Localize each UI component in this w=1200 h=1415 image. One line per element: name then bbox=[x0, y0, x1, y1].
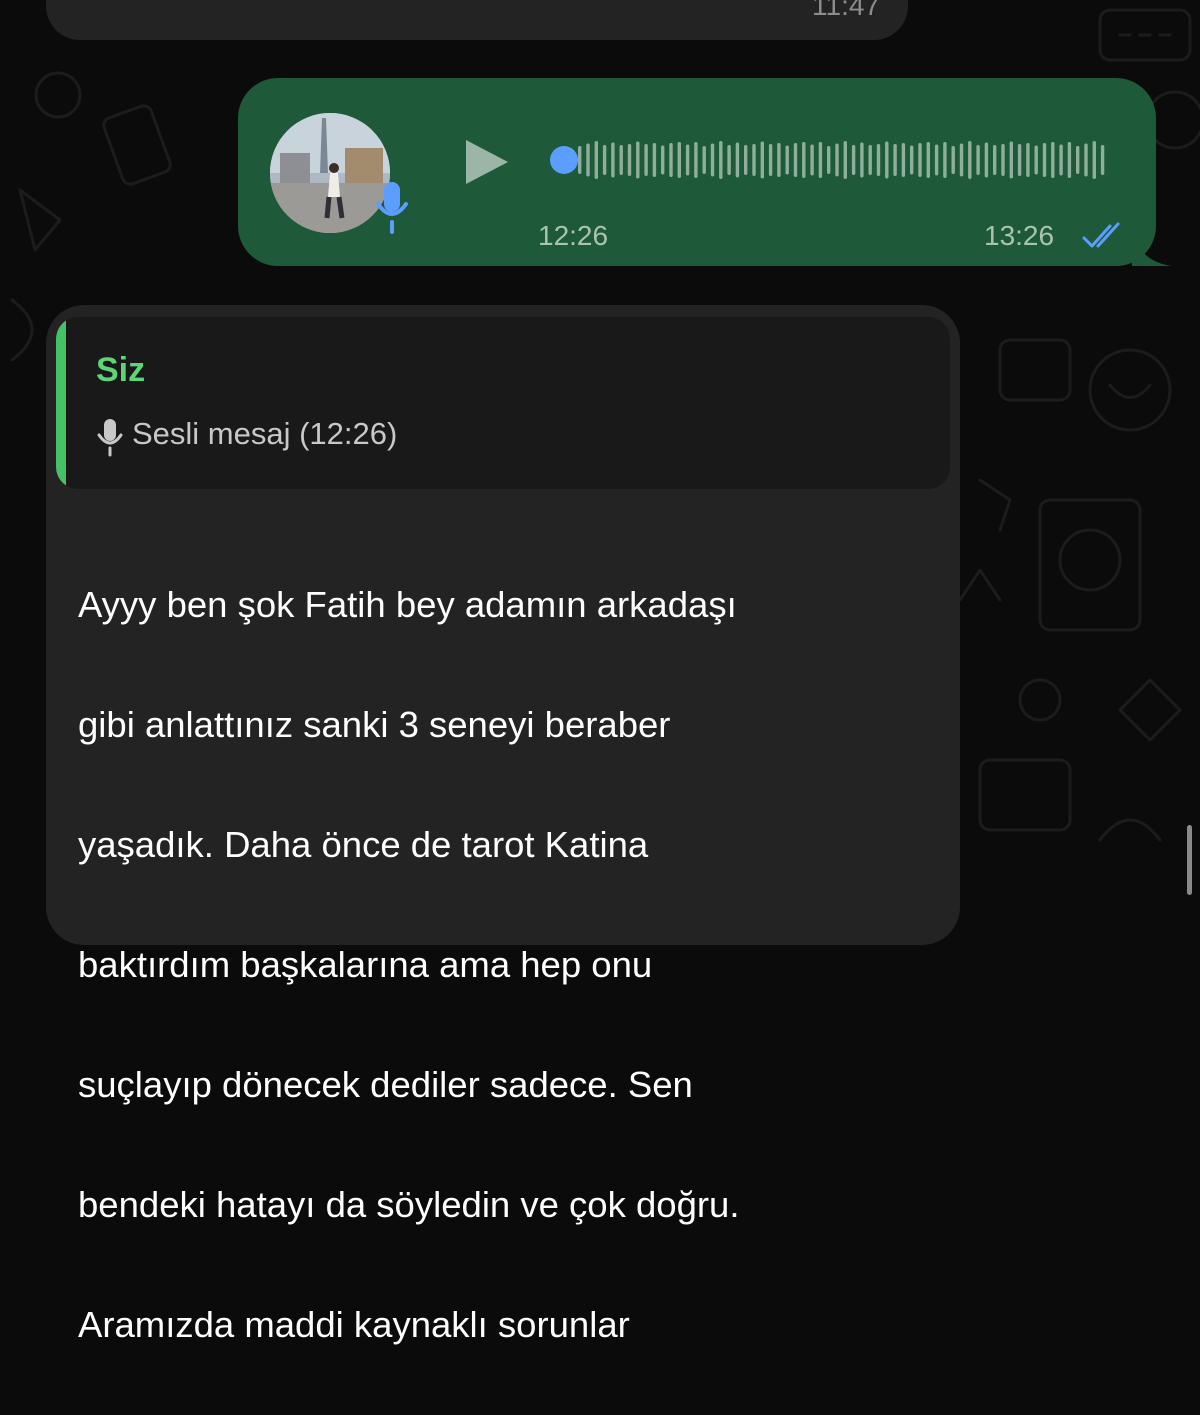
waveform-bar bbox=[901, 143, 906, 177]
waveform-bar bbox=[602, 145, 607, 175]
waveform-bar bbox=[719, 141, 723, 179]
waveform-bar bbox=[793, 143, 798, 177]
message-line: Ayyy ben şok Fatih bey adamın arkadaşı bbox=[78, 584, 737, 625]
waveform-bar bbox=[760, 141, 764, 179]
waveform-bar bbox=[685, 144, 690, 176]
waveform-bar bbox=[694, 142, 698, 178]
waveform-bar bbox=[1051, 142, 1055, 178]
waveform-bar bbox=[1100, 145, 1105, 175]
waveform-bar bbox=[677, 142, 681, 178]
quoted-message[interactable]: Siz Sesli mesaj (12:26) bbox=[56, 317, 950, 489]
waveform-bar bbox=[993, 145, 997, 175]
waveform-bar bbox=[918, 143, 922, 177]
waveform-bar bbox=[702, 146, 706, 174]
waveform-bar bbox=[976, 145, 980, 175]
waveform-bar bbox=[968, 141, 972, 179]
waveform-bar bbox=[777, 143, 781, 177]
waveform-bar bbox=[1034, 145, 1038, 175]
waveform-bar bbox=[951, 146, 955, 174]
message-line: bendeki hatayı da söyledin ve çok doğru. bbox=[78, 1184, 740, 1225]
message-line: Aramızda maddi kaynaklı sorunlar bbox=[78, 1304, 630, 1345]
read-receipt-icon bbox=[1082, 222, 1120, 248]
waveform-bar bbox=[1042, 143, 1047, 177]
message-text: Ayyy ben şok Fatih bey adamın arkadaşı g… bbox=[78, 515, 938, 1415]
waveform-bar bbox=[1084, 143, 1088, 177]
waveform-bar bbox=[1059, 144, 1063, 176]
waveform-bar bbox=[669, 143, 673, 177]
waveform-bar bbox=[1092, 141, 1096, 179]
sender-avatar[interactable] bbox=[270, 113, 390, 233]
play-icon[interactable] bbox=[464, 138, 510, 186]
waveform-bar bbox=[735, 142, 740, 178]
waveform-bar bbox=[851, 145, 856, 175]
waveform-bar bbox=[594, 141, 598, 179]
waveform-bar bbox=[586, 143, 590, 177]
previous-message-bubble[interactable]: 11:47 bbox=[46, 0, 908, 40]
quoted-author: Siz bbox=[96, 351, 146, 389]
waveform-bar bbox=[1009, 141, 1013, 179]
voice-message-bubble[interactable]: 12:26 13:26 bbox=[238, 78, 1172, 266]
previous-message-time: 11:47 bbox=[812, 0, 880, 21]
waveform-bar bbox=[1017, 144, 1022, 176]
waveform-bar bbox=[661, 145, 665, 175]
bubble-tail bbox=[1132, 234, 1172, 266]
voice-duration: 12:26 bbox=[538, 220, 609, 251]
waveform-bar bbox=[885, 141, 889, 179]
mic-icon bbox=[97, 419, 123, 457]
waveform-bar bbox=[627, 144, 632, 176]
waveform-bar bbox=[893, 144, 897, 176]
scrollbar[interactable] bbox=[1187, 825, 1192, 895]
waveform-bar bbox=[959, 143, 964, 177]
message-time: 13:26 bbox=[984, 220, 1055, 251]
waveform-bar bbox=[619, 145, 623, 175]
mic-icon bbox=[376, 182, 408, 234]
waveform-bar bbox=[876, 144, 881, 176]
waveform-bar bbox=[1076, 146, 1080, 174]
waveform-bar bbox=[611, 142, 615, 178]
audio-waveform[interactable] bbox=[550, 130, 1110, 190]
waveform-bar bbox=[835, 143, 839, 177]
waveform-bar bbox=[727, 145, 731, 175]
waveform-bar bbox=[910, 145, 914, 175]
waveform-bar bbox=[934, 144, 939, 176]
waveform-bar bbox=[578, 146, 582, 174]
message-line: baktırdım başkalarına ama hep onu bbox=[78, 944, 653, 985]
quote-accent-bar bbox=[56, 317, 66, 489]
message-line: suçlayıp dönecek dediler sadece. Sen bbox=[78, 1064, 693, 1105]
waveform-bar bbox=[802, 142, 806, 178]
waveform-bar bbox=[652, 143, 657, 177]
waveform-bar bbox=[1001, 144, 1005, 176]
waveform-bar bbox=[644, 144, 648, 176]
waveform-bar bbox=[768, 144, 773, 176]
message-line: gibi anlattınız sanki 3 seneyi beraber bbox=[78, 704, 671, 745]
waveform-bar bbox=[984, 142, 989, 178]
waveform-bar bbox=[868, 145, 872, 175]
waveform-bar bbox=[860, 142, 864, 178]
waveform-bar bbox=[810, 144, 814, 176]
waveform-bar bbox=[710, 143, 715, 177]
waveform-bar bbox=[1067, 142, 1072, 178]
quoted-text: Sesli mesaj (12:26) bbox=[132, 416, 398, 451]
reply-message-bubble[interactable]: Siz Sesli mesaj (12:26) Ayyy ben şok Fat… bbox=[46, 305, 960, 1345]
message-line: yaşadık. Daha önce de tarot Katina bbox=[78, 824, 649, 865]
avatar-photo bbox=[270, 113, 390, 233]
waveform-bar bbox=[1026, 143, 1030, 177]
waveform-bar bbox=[785, 145, 789, 175]
playhead-handle[interactable] bbox=[550, 146, 578, 174]
waveform-bar bbox=[843, 141, 847, 179]
waveform-bar bbox=[827, 146, 831, 174]
waveform-bar bbox=[636, 141, 640, 179]
waveform-bar bbox=[752, 144, 756, 176]
waveform-bar bbox=[744, 145, 748, 175]
waveform-bar bbox=[818, 142, 823, 178]
waveform-bar bbox=[943, 142, 947, 178]
waveform-bar bbox=[926, 142, 930, 178]
